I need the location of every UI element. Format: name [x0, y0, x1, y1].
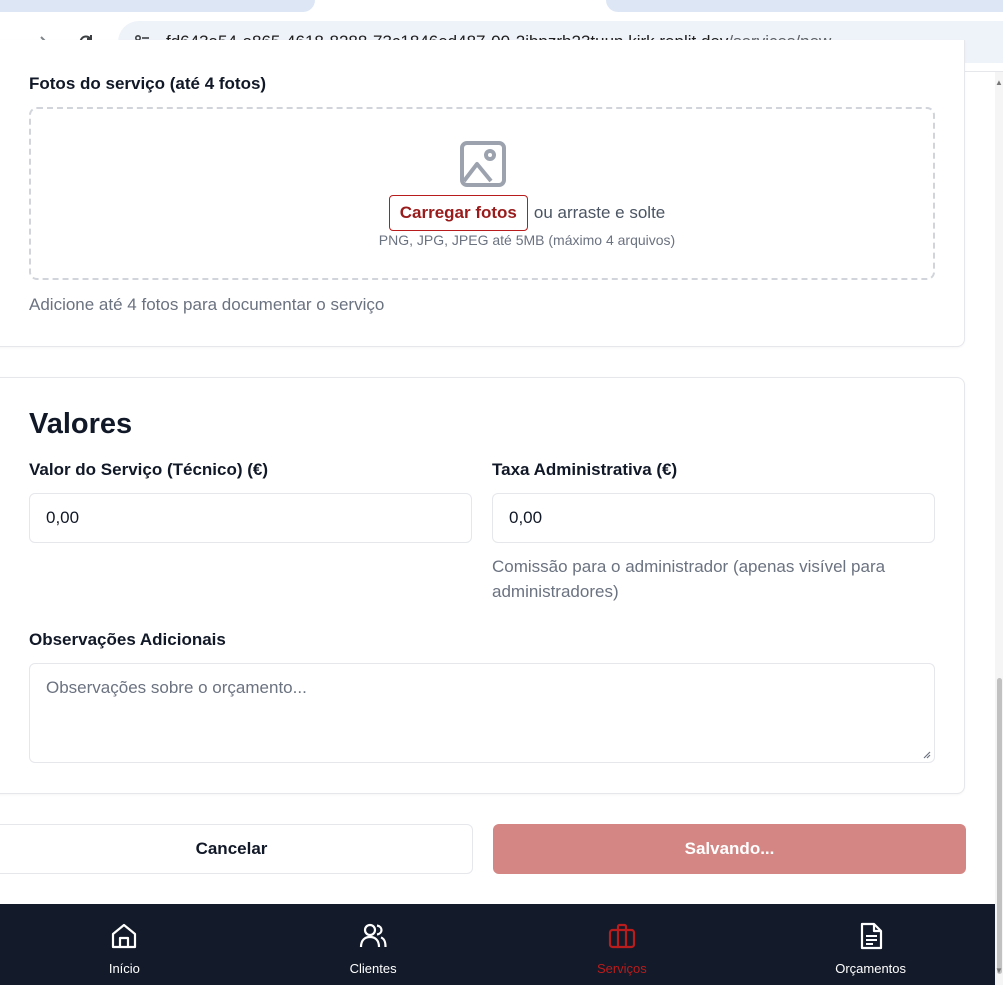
nav-item-quotes[interactable]: Orçamentos: [746, 904, 995, 985]
nav-label-quotes: Orçamentos: [835, 961, 907, 976]
upload-row: Carregar fotos ou arraste e solte: [31, 195, 933, 231]
upload-photos-button[interactable]: Carregar fotos: [388, 195, 528, 231]
upload-hint: PNG, JPG, JPEG até 5MB (máximo 4 arquivo…: [378, 232, 676, 248]
admin-fee-help: Comissão para o administrador (apenas vi…: [492, 557, 886, 601]
resize-handle-icon[interactable]: [921, 749, 931, 759]
bottom-nav: Início Clientes Serviços Orçamentos: [0, 904, 995, 985]
nav-item-home[interactable]: Início: [0, 904, 249, 985]
values-title: Valores: [29, 408, 133, 440]
scrollbar-thumb[interactable]: [997, 678, 1002, 974]
nav-item-clients[interactable]: Clientes: [249, 904, 498, 985]
scroll-down-icon[interactable]: ▼: [995, 966, 1003, 975]
save-button[interactable]: Salvando...: [493, 824, 966, 874]
nav-label-services: Serviços: [596, 961, 647, 976]
nav-label-home: Início: [108, 961, 140, 976]
browser-tab[interactable]: [0, 0, 315, 12]
drag-drop-text: ou arraste e solte: [533, 203, 666, 222]
cancel-button[interactable]: Cancelar: [0, 824, 473, 874]
briefcase-icon: [608, 923, 635, 949]
nav-item-services[interactable]: Serviços: [498, 904, 747, 985]
image-icon: [460, 141, 506, 187]
document-icon: [860, 922, 882, 950]
notes-placeholder: Observações sobre o orçamento...: [46, 678, 307, 697]
service-value-label: Valor do Serviço (Técnico) (€): [29, 460, 269, 479]
nav-label-clients: Clientes: [349, 961, 397, 976]
browser-tab[interactable]: [606, 0, 1003, 12]
photo-dropzone[interactable]: Carregar fotos ou arraste e solte PNG, J…: [29, 107, 935, 280]
service-value-input[interactable]: 0,00: [29, 493, 472, 543]
admin-fee-input[interactable]: 0,00: [492, 493, 935, 543]
users-icon: [360, 923, 387, 948]
admin-fee-label: Taxa Administrativa (€): [492, 460, 678, 479]
photos-helper-text: Adicione até 4 fotos para documentar o s…: [29, 295, 385, 314]
scroll-up-icon[interactable]: ▲: [995, 78, 1003, 87]
photos-label: Fotos do serviço (até 4 fotos): [29, 74, 267, 93]
home-icon: [112, 923, 137, 949]
notes-label: Observações Adicionais: [29, 630, 226, 649]
notes-textarea[interactable]: Observações sobre o orçamento...: [29, 663, 935, 763]
